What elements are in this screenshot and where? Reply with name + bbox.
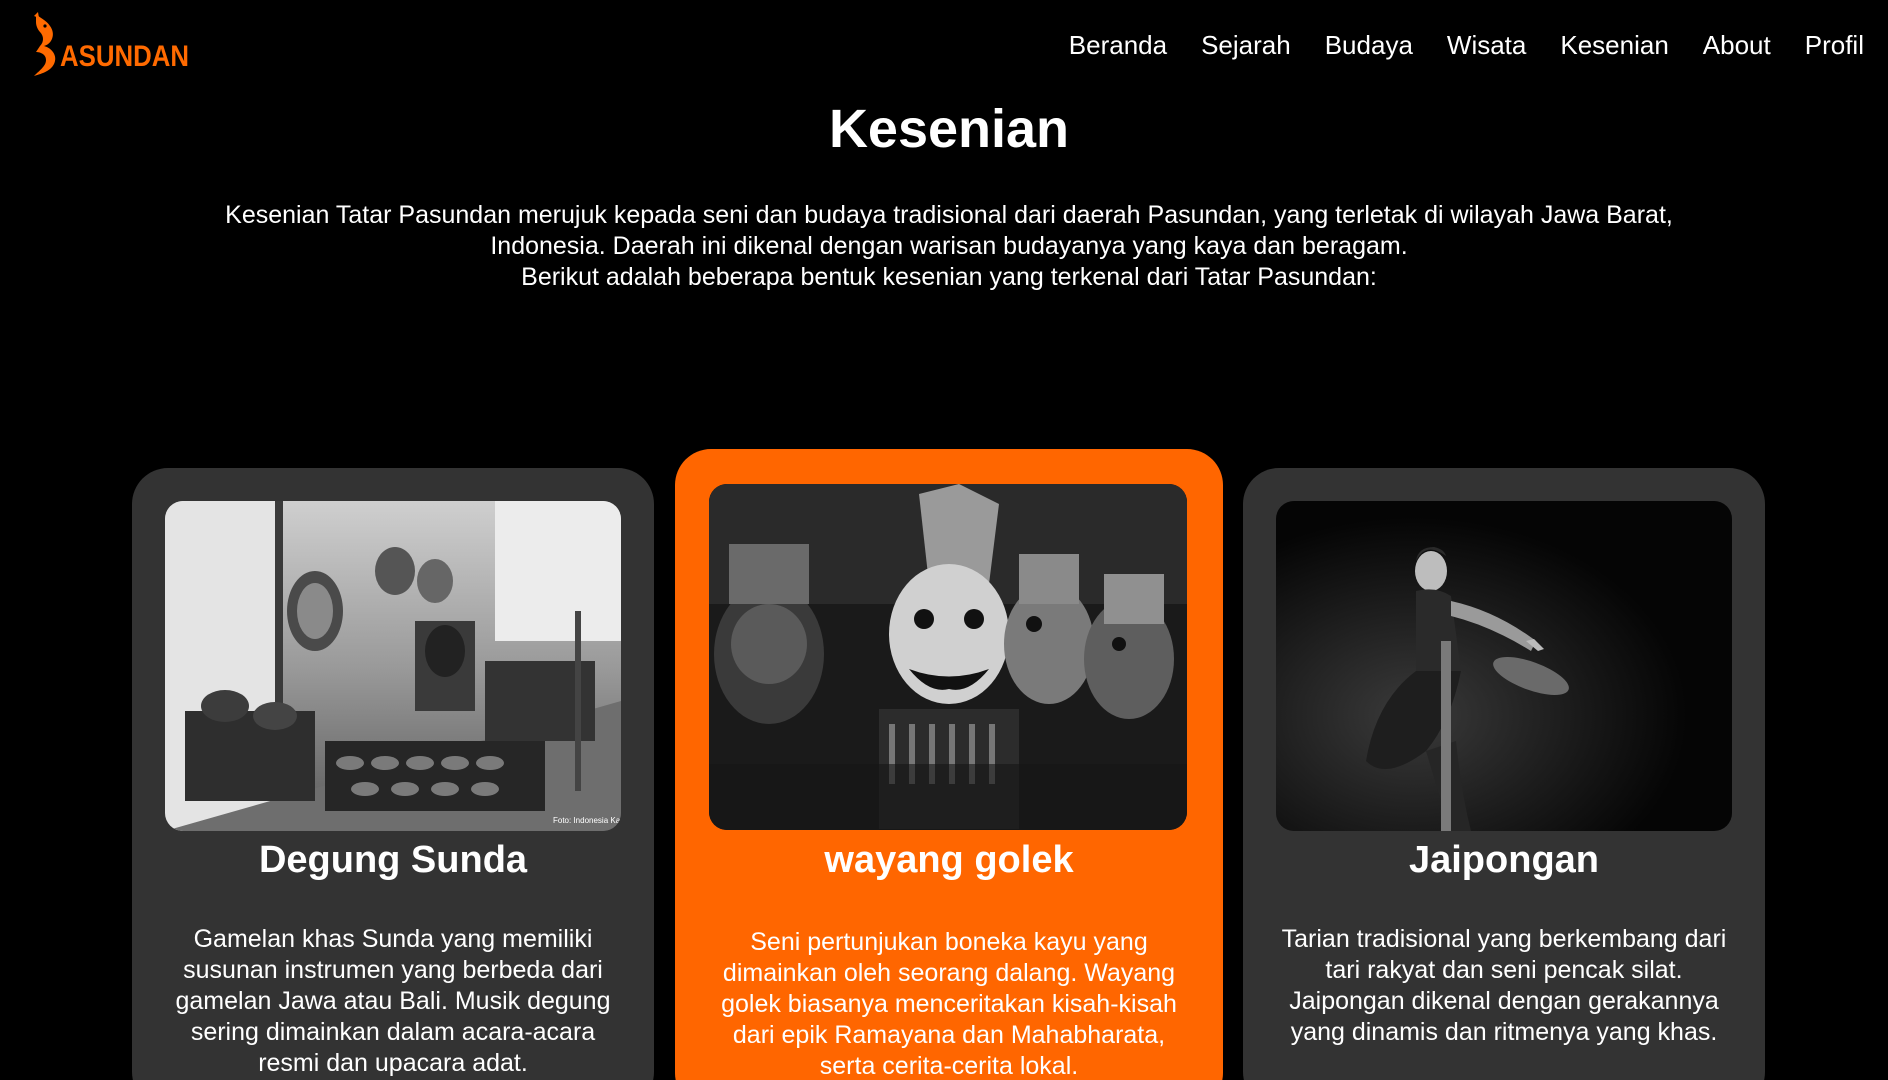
page: ASUNDAN Beranda Sejarah Budaya Wisata Ke… <box>0 0 1888 1080</box>
degung-sunda-image: Foto: Indonesia Kaya <box>165 501 621 831</box>
page-title: Kesenian <box>828 99 1070 159</box>
art-card-jaipongan[interactable]: Jaipongan Tarian tradisional yang berkem… <box>1243 468 1765 1080</box>
art-card-degung-sunda[interactable]: Foto: Indonesia Kaya Degung Sunda Gamela… <box>132 468 654 1080</box>
nav-link-sejarah[interactable]: Sejarah <box>1201 30 1291 61</box>
nav-link-wisata[interactable]: Wisata <box>1447 30 1526 61</box>
intro-line: Kesenian Tatar Pasundan merujuk kepada s… <box>225 201 1673 229</box>
intro-paragraph: Kesenian Tatar Pasundan merujuk kepada s… <box>160 200 1738 293</box>
card-description: Seni pertunjukan boneka kayu yang dimain… <box>721 928 1177 1080</box>
nav-link-about[interactable]: About <box>1703 30 1771 61</box>
card-description: Tarian tradisional yang berkembang dari … <box>1281 925 1727 1046</box>
logo-text: ASUNDAN <box>60 40 189 73</box>
nav-link-profil[interactable]: Profil <box>1805 30 1864 61</box>
card-description: Gamelan khas Sunda yang memiliki susunan… <box>175 925 611 1077</box>
nav-link-beranda[interactable]: Beranda <box>1069 30 1167 61</box>
orange-serpent-p-icon <box>34 12 56 76</box>
nav-menu: Beranda Sejarah Budaya Wisata Kesenian A… <box>1069 30 1864 61</box>
navbar: ASUNDAN Beranda Sejarah Budaya Wisata Ke… <box>0 0 1888 96</box>
nav-link-budaya[interactable]: Budaya <box>1325 30 1413 61</box>
nav-link-kesenian[interactable]: Kesenian <box>1560 30 1668 61</box>
card-title: wayang golek <box>824 839 1074 881</box>
intro-line: Berikut adalah beberapa bentuk kesenian … <box>521 263 1377 291</box>
art-card-wayang-golek[interactable]: wayang golek Seni pertunjukan boneka kay… <box>675 449 1223 1080</box>
image-watermark: Foto: Indonesia Kaya <box>553 816 621 825</box>
jaipongan-image <box>1276 501 1732 831</box>
wayang-golek-image <box>709 484 1187 830</box>
logo[interactable]: ASUNDAN <box>30 12 210 78</box>
card-title: Jaipongan <box>1408 839 1600 881</box>
card-title: Degung Sunda <box>258 839 528 881</box>
intro-line: Indonesia. Daerah ini dikenal dengan war… <box>490 232 1408 260</box>
